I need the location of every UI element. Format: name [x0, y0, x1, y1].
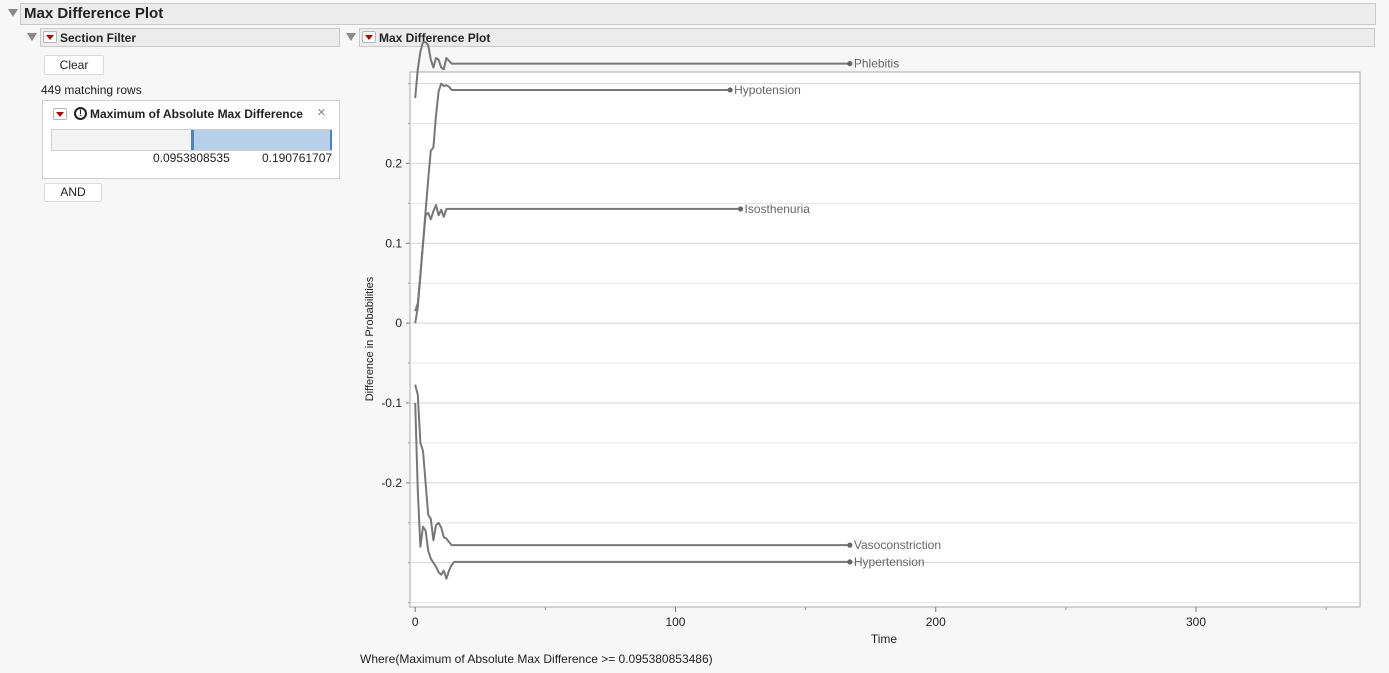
series-end-point	[847, 61, 853, 67]
series-label: Vasoconstriction	[854, 538, 941, 552]
x-tick-label: 200	[926, 615, 946, 629]
where-clause: Where(Maximum of Absolute Max Difference…	[360, 652, 713, 666]
series-label: Isosthenuria	[745, 202, 811, 216]
series-end-point	[727, 87, 733, 93]
y-tick-label: -0.1	[381, 396, 402, 410]
series-end-point	[737, 206, 744, 212]
y-tick-label: -0.2	[381, 476, 402, 490]
series-end-point	[847, 559, 853, 565]
max-difference-chart: -0.2 -0.1 0 0.1 0.2 0 100 200 300 Phlebitis Hypot…	[364, 41, 1361, 646]
x-tick-label: 300	[1186, 615, 1206, 629]
series-end-point	[847, 542, 853, 548]
series-label: Hypertension	[854, 555, 925, 569]
y-tick-label: 0.1	[385, 236, 402, 250]
y-tick-label: 0.2	[385, 156, 402, 170]
y-tick-label: 0	[395, 316, 402, 330]
plot-frame	[409, 71, 1361, 608]
x-tick-label: 100	[665, 615, 685, 629]
x-tick-label: 0	[412, 615, 419, 629]
series-label: Hypotension	[734, 83, 801, 97]
series-label: Phlebitis	[854, 57, 899, 71]
x-axis-label: Time	[871, 632, 898, 646]
y-axis-label: Difference in Probabilities	[364, 276, 376, 401]
